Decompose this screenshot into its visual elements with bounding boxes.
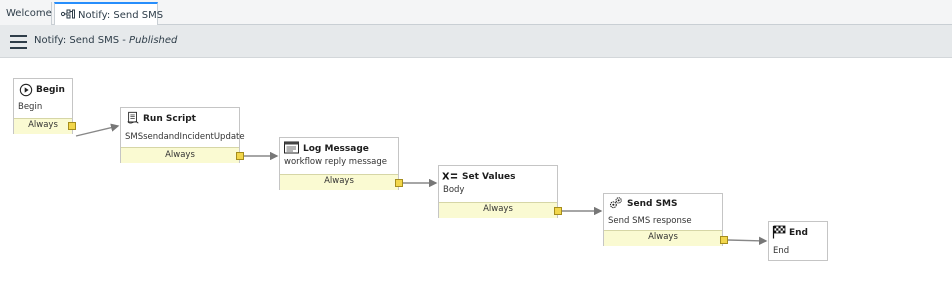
workflow-name: Notify: Send SMS - [34,35,130,46]
activity-begin[interactable]: Begin Begin Always [13,78,73,134]
activity-begin-title: Begin [36,85,65,95]
tab-bar: Welcome Notify: Send SMS [0,0,952,26]
condition-always: Always [121,147,239,163]
play-circle-icon [19,83,33,97]
activity-begin-text: Begin [18,102,43,112]
activity-send-sms-text: Send SMS response [608,216,692,226]
set-values-icon: X [442,172,458,183]
condition-always: Always [280,174,398,190]
activity-send-sms[interactable]: Send SMS Send SMS response Always [603,193,723,246]
workflow-status: Published [129,35,178,46]
tab-welcome[interactable]: Welcome [0,2,52,25]
connector-begin-runscript [75,123,120,137]
exit-handle[interactable] [236,152,244,160]
workflow-header: Notify: Send SMS - Published [0,25,952,58]
connector-sendsms-end [727,236,768,246]
activity-log-message-title: Log Message [303,144,369,154]
activity-set-values[interactable]: X Set Values Body Always [438,165,558,218]
tab-notify-send-sms[interactable]: Notify: Send SMS [54,2,163,26]
condition-always: Always [14,118,72,134]
exit-handle[interactable] [395,179,403,187]
activity-end-title: End [789,228,808,238]
tab-notify-label: Notify: Send SMS [78,10,164,21]
activity-run-script-text: SMSsendandIncidentUpdate [125,132,245,142]
activity-set-values-title: Set Values [462,172,516,182]
activity-send-sms-title: Send SMS [627,199,678,209]
condition-always: Always [439,202,557,218]
workflow-icon [61,9,75,19]
exit-handle[interactable] [554,207,562,215]
activity-set-values-text: Body [443,185,465,195]
activity-end-text: End [773,246,790,256]
svg-text:X: X [442,172,450,183]
activity-run-script-title: Run Script [143,114,196,124]
tab-welcome-label: Welcome [6,8,52,19]
checkered-flag-icon [772,225,786,239]
activity-end[interactable]: End End [768,221,828,261]
exit-handle[interactable] [720,236,728,244]
activity-run-script[interactable]: Run Script SMSsendandIncidentUpdate Alwa… [120,107,245,163]
log-icon [284,141,299,154]
script-icon [127,111,139,124]
condition-always: Always [604,230,722,246]
exit-handle[interactable] [68,122,76,130]
hamburger-menu-icon[interactable] [10,35,27,49]
activity-log-message-text: workflow reply message [284,157,388,167]
gears-icon [609,197,622,209]
workflow-title: Notify: Send SMS - Published [34,35,177,46]
activity-log-message[interactable]: Log Message workflow reply message Alway… [279,137,399,190]
workflow-canvas[interactable]: Begin Begin Always Run Script SMSsendand… [0,59,952,301]
